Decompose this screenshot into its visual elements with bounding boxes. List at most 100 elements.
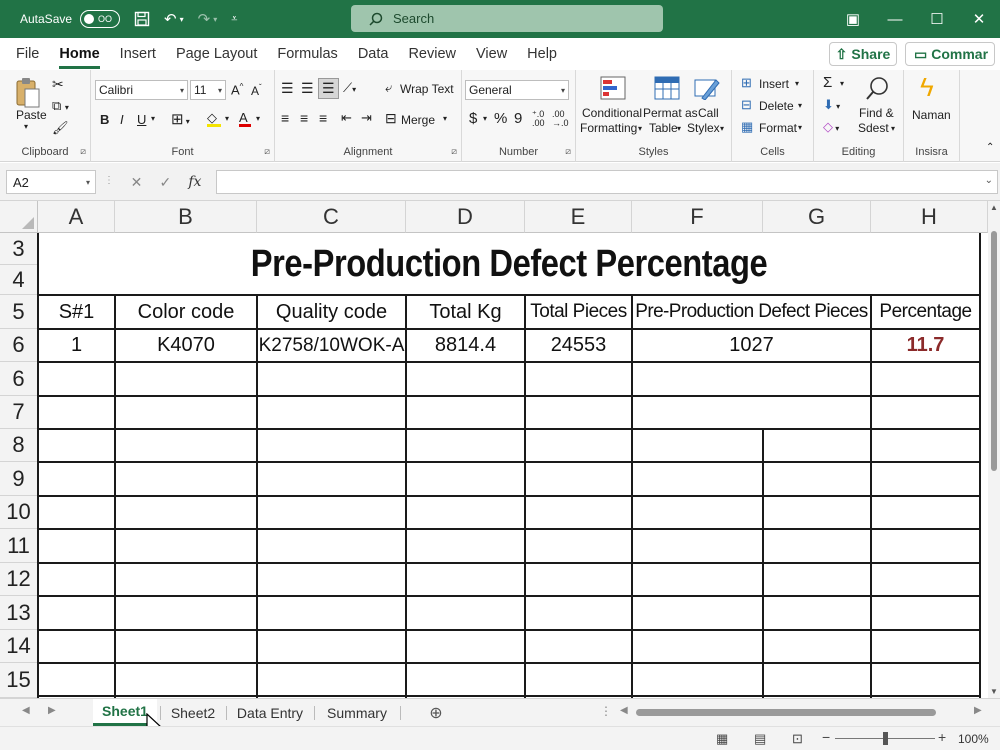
format-as-table-icon[interactable] [652, 74, 682, 102]
font-color-dropdown-icon[interactable]: ▾ [256, 114, 260, 123]
tab-view[interactable]: View [466, 38, 517, 70]
cell-styles-dropdown-icon[interactable]: ▾ [720, 124, 724, 133]
scroll-left-icon[interactable]: ◀ [620, 705, 628, 716]
customize-toolbar-icon[interactable]: ⩡ [231, 13, 237, 26]
orientation-icon[interactable]: ⟋▾ [343, 80, 356, 96]
column-header-b[interactable]: B [115, 201, 257, 233]
comma-button[interactable]: 9 [514, 110, 522, 127]
tab-insert[interactable]: Insert [110, 38, 166, 70]
row-header[interactable]: 6 [0, 362, 38, 396]
column-header-f[interactable]: F [632, 201, 763, 233]
column-header-g[interactable]: G [763, 201, 871, 233]
find-select-dropdown-icon[interactable]: ▾ [891, 124, 895, 133]
cell-styles-icon[interactable] [692, 74, 722, 102]
vertical-scrollbar[interactable]: ▲ ▼ [988, 201, 1000, 698]
column-header-a[interactable]: A [38, 201, 115, 233]
row-header[interactable]: 8 [0, 429, 38, 462]
data-cell-total-kg[interactable]: 8814.4 [407, 330, 524, 361]
collapse-ribbon-icon[interactable]: ⌃ [986, 142, 994, 153]
currency-button[interactable]: $ [469, 110, 477, 127]
share-button[interactable]: ⇧ Share [829, 42, 897, 66]
align-middle-icon[interactable]: ☰ [301, 80, 314, 97]
sheet-tab-data-entry[interactable]: Data Entry [228, 699, 312, 726]
font-launcher-icon[interactable]: ⧄ [264, 146, 270, 157]
alignment-launcher-icon[interactable]: ⧄ [451, 146, 457, 157]
align-top-icon[interactable]: ☰ [281, 80, 294, 97]
conditional-formatting-dropdown-icon[interactable]: ▾ [638, 124, 642, 133]
vertical-scroll-thumb[interactable] [991, 231, 997, 471]
increase-decimal-icon[interactable]: ⁺.0.00 [532, 110, 545, 128]
cut-icon[interactable]: ✂ [52, 76, 64, 93]
scroll-up-icon[interactable]: ▲ [990, 203, 998, 212]
row-header[interactable]: 3 [0, 233, 38, 265]
bold-button[interactable]: B [100, 112, 109, 127]
fill-icon[interactable]: ⬇ ▾ [823, 97, 840, 113]
data-cell-quality-code[interactable]: K2758/10WOK-A [258, 330, 405, 361]
zoom-out-icon[interactable]: − [822, 729, 830, 745]
zoom-slider-handle[interactable] [883, 732, 888, 745]
header-cell-color-code[interactable]: Color code [116, 296, 256, 328]
find-select-icon[interactable] [864, 74, 892, 102]
underline-button[interactable]: U [137, 112, 146, 127]
tab-file[interactable]: File [6, 38, 49, 70]
autosave-toggle[interactable]: AutaSave OO [20, 10, 121, 28]
wrap-text-button[interactable]: Wrap Text [400, 82, 454, 96]
number-launcher-icon[interactable]: ⧄ [565, 146, 571, 157]
row-header[interactable]: 10 [0, 496, 38, 529]
tab-data[interactable]: Data [348, 38, 399, 70]
merge-icon[interactable]: ⊟ [385, 110, 397, 127]
previous-sheet-icon[interactable]: ◀ [22, 705, 30, 716]
cancel-icon[interactable]: ✕ [131, 174, 143, 191]
data-cell-defect-pieces[interactable]: 1027 [633, 330, 870, 361]
increase-font-icon[interactable]: A^ [231, 82, 243, 97]
minimize-icon[interactable]: — [874, 0, 916, 38]
align-center-icon[interactable]: ≡ [300, 110, 308, 126]
page-layout-view-icon[interactable]: ▤ [754, 731, 766, 747]
align-bottom-icon[interactable]: ☰ [318, 78, 339, 99]
insert-cells-button[interactable]: Insert [759, 77, 789, 91]
sheet-title[interactable]: Pre-Production Defect Percentage [106, 235, 913, 293]
autosum-button[interactable]: Σ [823, 74, 832, 91]
page-break-view-icon[interactable]: ⊡ [792, 731, 803, 747]
autosave-switch[interactable]: OO [80, 10, 121, 28]
delete-dropdown-icon[interactable]: ▾ [798, 101, 802, 110]
comments-button[interactable]: ▭ Commar [905, 42, 995, 66]
tab-home[interactable]: Home [49, 38, 109, 70]
decrease-indent-icon[interactable]: ⇤ [341, 110, 352, 126]
column-header-d[interactable]: D [406, 201, 525, 233]
insights-button[interactable]: Naman [912, 108, 951, 122]
ribbon-display-icon[interactable]: ▣ [832, 0, 874, 38]
horizontal-scrollbar[interactable] [630, 708, 970, 717]
redo-icon[interactable]: ↷ ▾ [198, 10, 218, 28]
row-header[interactable]: 14 [0, 630, 38, 663]
decrease-font-icon[interactable]: Aˇ [251, 83, 262, 98]
font-color-icon[interactable]: A [239, 110, 251, 127]
lightning-icon[interactable]: ϟ [920, 72, 934, 103]
borders-icon[interactable]: ⊞ ▾ [171, 110, 190, 128]
format-as-table-dropdown-icon[interactable]: ▾ [677, 124, 681, 133]
format-cells-button[interactable]: Format [759, 121, 797, 135]
align-left-icon[interactable]: ≡ [281, 110, 289, 126]
cell-styles-label[interactable]: Call [698, 106, 719, 120]
number-format-select[interactable]: General ▾ [465, 80, 569, 100]
copy-icon[interactable]: ⧉ ▾ [52, 98, 69, 114]
row-header[interactable]: 6 [0, 329, 38, 362]
scroll-right-icon[interactable]: ▶ [974, 705, 982, 716]
sheet-tab-summary[interactable]: Summary [316, 699, 398, 726]
next-sheet-icon[interactable]: ▶ [48, 705, 56, 716]
row-header[interactable]: 11 [0, 529, 38, 563]
tab-review[interactable]: Review [398, 38, 466, 70]
find-select-label-2[interactable]: Sdest [858, 121, 889, 135]
select-all-button[interactable] [0, 201, 38, 233]
currency-dropdown-icon[interactable]: ▾ [483, 114, 487, 123]
data-cell-total-pieces[interactable]: 24553 [526, 330, 631, 361]
row-header[interactable]: 5 [0, 295, 38, 329]
delete-cells-button[interactable]: Delete [759, 99, 794, 113]
row-header[interactable]: 12 [0, 563, 38, 596]
insert-dropdown-icon[interactable]: ▾ [795, 79, 799, 88]
autosum-dropdown-icon[interactable]: ▾ [840, 79, 844, 88]
insert-function-icon[interactable]: fx [188, 174, 201, 190]
wrap-text-icon[interactable]: ⤶ [385, 80, 392, 96]
header-cell-serial[interactable]: S#1 [39, 296, 114, 328]
decrease-decimal-icon[interactable]: .00 →.0 [552, 110, 569, 128]
